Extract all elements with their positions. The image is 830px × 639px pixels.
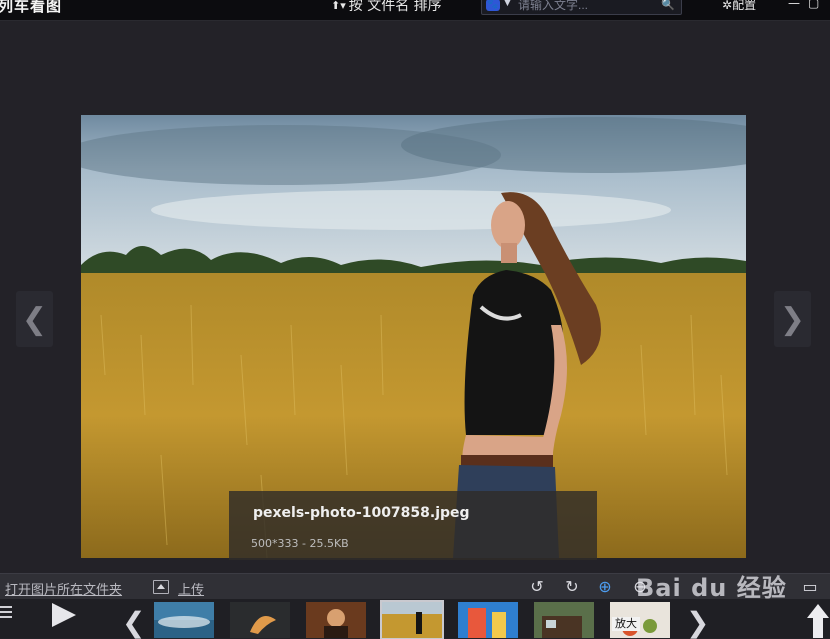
bottom-toolbar: 打开图片所在文件夹 上传 ↺ ↻ ⊕ ⊖ ▭ xyxy=(0,573,830,600)
maximize-button[interactable]: ▢ xyxy=(808,0,819,10)
thumbnail[interactable] xyxy=(458,602,518,638)
thumbs-next-icon[interactable]: ❯ xyxy=(686,609,709,637)
search-box[interactable]: 🐾 ▼ 🔍 xyxy=(481,0,682,15)
search-input[interactable] xyxy=(518,0,653,13)
search-icon[interactable]: 🔍 xyxy=(661,0,675,11)
play-icon[interactable] xyxy=(52,603,76,627)
zoom-out-icon[interactable]: ⊖ xyxy=(630,577,650,597)
zoom-tooltip: 放大 xyxy=(612,617,640,631)
zoom-in-icon[interactable]: ⊕ xyxy=(595,577,615,597)
chevron-right-icon: ❯ xyxy=(779,301,806,337)
next-image-button[interactable]: ❯ xyxy=(774,291,811,347)
chevron-left-icon: ❮ xyxy=(21,301,48,337)
sort-label: 按 文件名 排序 xyxy=(348,0,442,14)
thumbnail[interactable] xyxy=(154,602,214,638)
gear-icon: ✲ xyxy=(722,0,733,12)
baidu-paw-icon[interactable]: 🐾 xyxy=(486,0,500,11)
app-title: 列车看图 xyxy=(0,0,63,15)
config-button[interactable]: ✲配置 xyxy=(722,0,756,13)
minimize-button[interactable]: — xyxy=(788,0,800,10)
thumbs-prev-icon[interactable]: ❮ xyxy=(122,609,145,637)
image-filename: pexels-photo-1007858.jpeg xyxy=(253,505,470,521)
sort-button[interactable]: ⬆▾ 按 文件名 排序 xyxy=(331,0,442,15)
upload-link[interactable]: 上传 xyxy=(178,579,204,598)
menu-icon[interactable] xyxy=(0,606,12,620)
thumbnail[interactable] xyxy=(534,602,594,638)
upload-icon[interactable] xyxy=(153,580,169,594)
sort-arrow-icon: ⬆▾ xyxy=(331,0,346,12)
config-label: 配置 xyxy=(732,0,757,12)
image-info-overlay: pexels-photo-1007858.jpeg 500*333 - 25.5… xyxy=(229,491,597,560)
chevron-down-icon[interactable]: ▼ xyxy=(504,0,511,8)
thumbnail-strip: ❮ ❯ xyxy=(0,599,830,639)
thumbnail[interactable] xyxy=(230,602,290,638)
previous-image-button[interactable]: ❮ xyxy=(16,291,53,347)
monitor-icon[interactable]: ▭ xyxy=(800,577,820,597)
upload-arrow-stem xyxy=(813,617,823,638)
thumbnail[interactable] xyxy=(306,602,366,638)
thumbnail-current[interactable] xyxy=(380,600,444,639)
image-meta: 500*333 - 25.5KB xyxy=(251,537,349,550)
rotate-left-icon[interactable]: ↺ xyxy=(527,577,547,597)
open-folder-link[interactable]: 打开图片所在文件夹 xyxy=(5,579,122,598)
upload-arrow-icon[interactable] xyxy=(807,604,829,618)
rotate-right-icon[interactable]: ↻ xyxy=(562,577,582,597)
title-bar: 列车看图 ⬆▾ 按 文件名 排序 🐾 ▼ 🔍 ✲配置 — ▢ xyxy=(0,0,830,21)
